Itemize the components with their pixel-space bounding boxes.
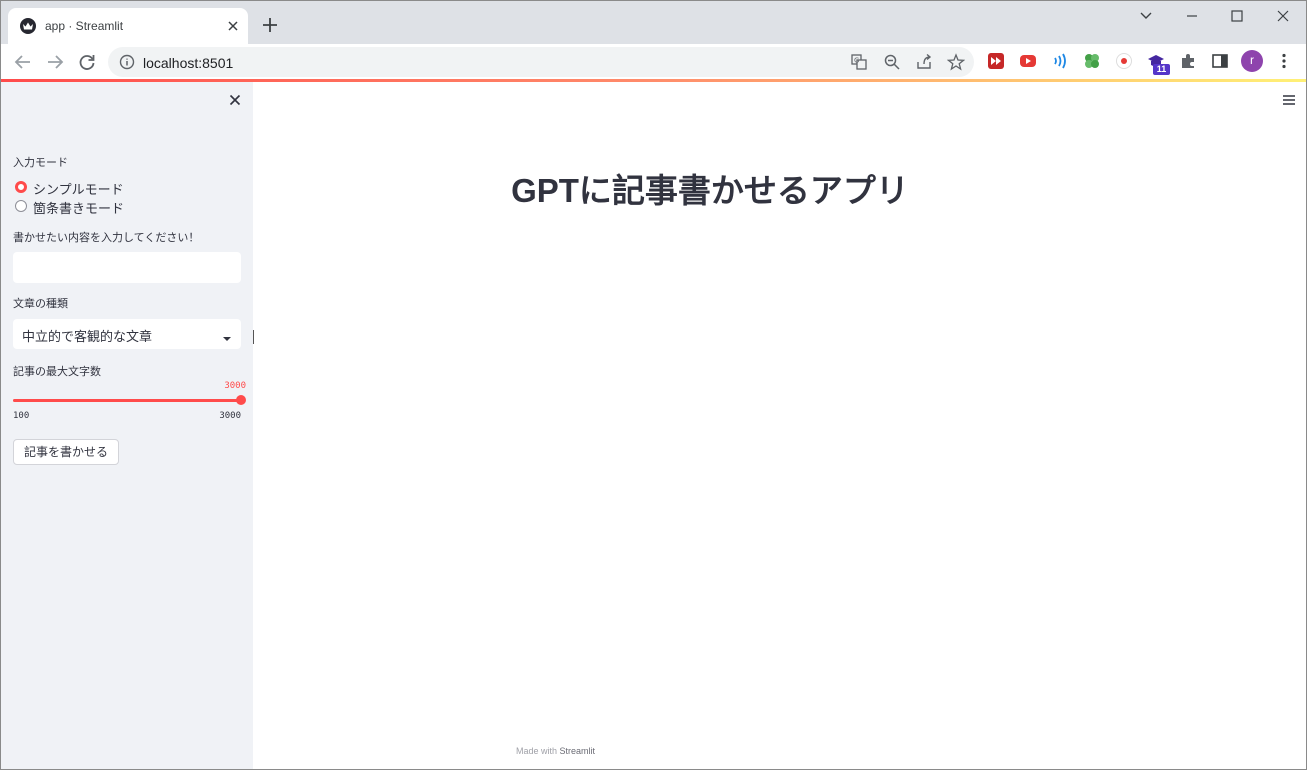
content-input[interactable] [13,252,241,283]
content-input-label: 書かせたい内容を入力してください！ [13,232,200,244]
slider-min-label: 100 [13,411,30,421]
footer: Made with Streamlit [516,746,595,756]
chevron-down-icon[interactable] [1136,6,1156,26]
arrow-right-icon[interactable] [44,51,66,73]
star-icon[interactable] [946,53,966,71]
slider-current-value: 3000 [224,381,246,391]
app-sidebar: 入力モード シンプルモード 箇条書きモード 書かせたい内容を入力してください！ … [0,82,253,770]
hamburger-menu-icon[interactable] [1282,93,1296,105]
clover-extension-icon[interactable] [1083,52,1101,70]
browser-tab[interactable]: app · Streamlit [8,8,248,44]
max-length-label: 記事の最大文字数 [13,366,101,378]
tab-title: app · Streamlit [45,19,124,33]
window-close-icon[interactable] [1273,6,1293,26]
radio-option-label: シンプルモード [33,182,124,197]
page-title: GPTに記事書かせるアプリ [511,172,909,209]
wave-extension-icon[interactable] [1051,52,1069,70]
reload-icon[interactable] [76,51,98,73]
record-extension-icon[interactable] [1115,52,1133,70]
plus-icon[interactable] [260,15,280,35]
caret-down-icon [222,330,232,341]
url-text: localhost:8501 [143,55,234,71]
share-icon[interactable] [915,53,933,71]
text-cursor [253,330,254,344]
footer-prefix: Made with [516,746,560,756]
radio-unselected-icon [15,200,27,212]
zoom-out-icon[interactable] [883,53,901,71]
slider-max-label: 3000 [219,411,241,421]
puzzle-icon[interactable] [1179,52,1197,70]
close-icon[interactable] [228,93,242,107]
close-icon[interactable] [224,17,242,35]
extension-badge: 11 [1153,64,1170,75]
style-select-value: 中立的で客観的な文章 [22,329,153,344]
kebab-icon[interactable] [1278,52,1290,70]
input-mode-label: 入力モード [13,157,68,169]
style-select[interactable]: 中立的で客観的な文章 [13,319,241,349]
translate-icon[interactable]: G [850,53,868,71]
style-select-label: 文章の種類 [13,298,68,310]
arrow-left-icon[interactable] [12,51,34,73]
radio-selected-icon [15,181,27,193]
address-bar[interactable]: localhost:8501 G [108,47,974,77]
svg-text:G: G [854,57,859,65]
radio-option-label: 箇条書きモード [33,201,125,216]
slider-fill [13,399,241,402]
youtube-extension-icon[interactable] [1019,52,1037,70]
browser-titlebar: app · Streamlit [0,0,1307,44]
minimize-icon[interactable] [1182,6,1202,26]
write-article-button[interactable]: 記事を書かせる [13,439,120,465]
streamlit-crown-icon [20,18,36,34]
side-panel-icon[interactable] [1211,52,1229,70]
slider-thumb[interactable] [236,395,246,405]
slider-track[interactable] [13,399,241,402]
info-icon[interactable] [119,54,135,70]
profile-avatar[interactable]: r [1241,50,1263,72]
maximize-icon[interactable] [1227,6,1247,26]
footer-streamlit-link[interactable]: Streamlit [560,746,596,756]
fast-forward-extension-icon[interactable] [987,52,1005,70]
browser-toolbar: localhost:8501 G [0,44,1307,79]
